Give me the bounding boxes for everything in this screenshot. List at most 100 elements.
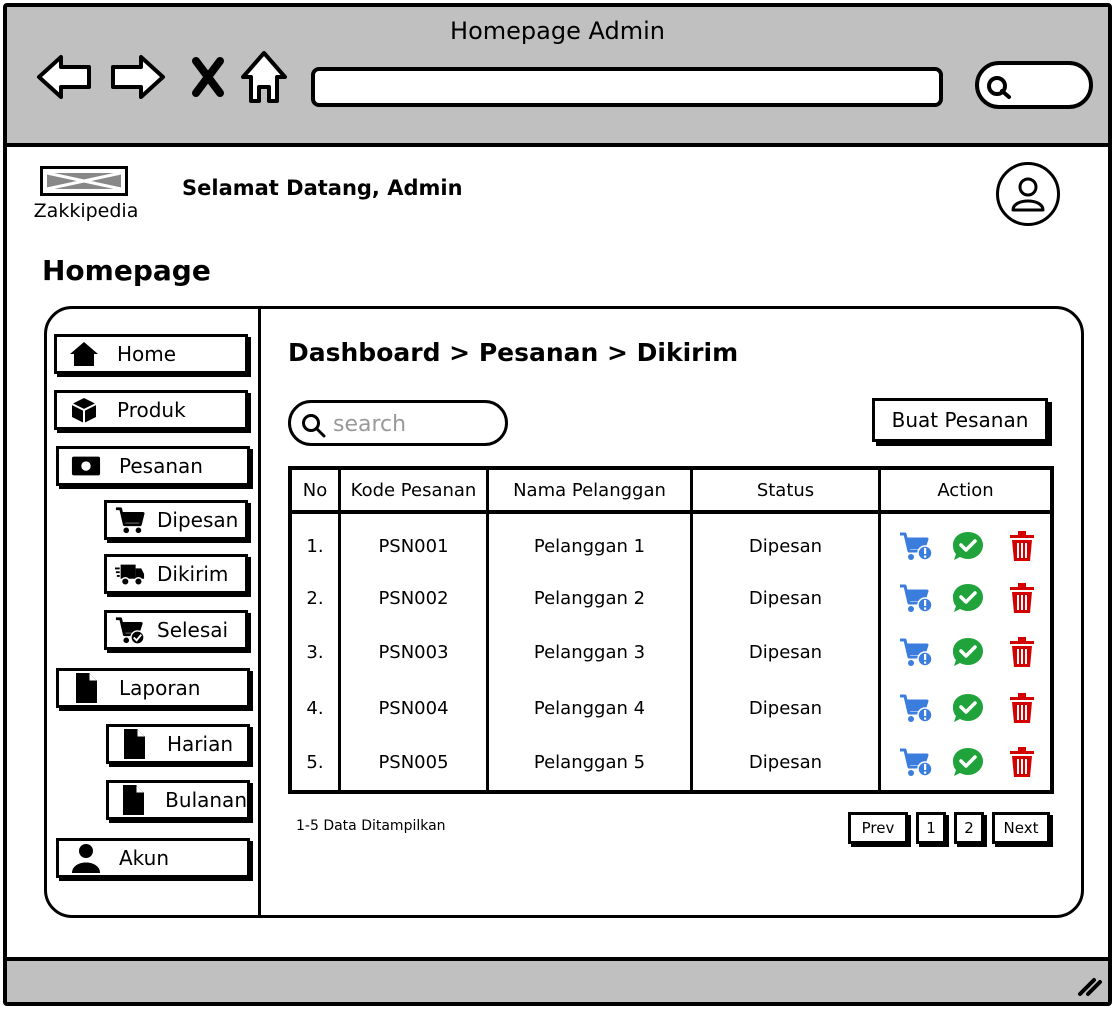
- status-bar: [7, 957, 1108, 1002]
- sidebar-item-produk[interactable]: Produk: [54, 390, 248, 430]
- sidebar-item-label: Akun: [119, 846, 169, 870]
- resize-grip-icon[interactable]: [1074, 972, 1104, 998]
- cell-order-code: PSN004: [378, 698, 449, 719]
- cell-customer: Pelanggan 3: [533, 642, 646, 663]
- create-order-button[interactable]: Buat Pesanan: [872, 398, 1048, 442]
- confirm-whatsapp-icon[interactable]: [948, 744, 988, 780]
- delete-trash-icon[interactable]: [1002, 744, 1042, 780]
- cell-customer: Pelanggan 5: [533, 752, 646, 773]
- delete-trash-icon[interactable]: [1002, 580, 1042, 616]
- cart-check-icon: [115, 615, 145, 645]
- column-header-no: No: [302, 480, 328, 501]
- sidebar-item-label: Bulanan: [165, 788, 247, 812]
- money-icon: [71, 451, 101, 481]
- orders-table: No Kode Pesanan Nama Pelanggan Status Ac…: [288, 466, 1054, 794]
- search-icon: [987, 76, 1011, 99]
- table-header-divider: [292, 510, 1050, 514]
- column-header-nama: Nama Pelanggan: [513, 480, 666, 501]
- page-title: Homepage: [42, 254, 211, 287]
- logo-image: [40, 166, 128, 196]
- order-detail-cart-icon[interactable]: [896, 744, 936, 780]
- sidebar-item-pesanan[interactable]: Pesanan: [56, 446, 250, 486]
- column-header-kode: Kode Pesanan: [350, 480, 477, 501]
- cell-no: 4.: [306, 698, 324, 719]
- browser-search-field[interactable]: [975, 61, 1093, 109]
- column-header-status: Status: [756, 480, 815, 501]
- prev-page-button[interactable]: Prev: [848, 812, 908, 844]
- confirm-whatsapp-icon[interactable]: [948, 580, 988, 616]
- delete-trash-icon[interactable]: [1002, 634, 1042, 670]
- welcome-text: Selamat Datang, Admin: [182, 176, 463, 200]
- delivery-truck-icon: [115, 559, 145, 589]
- cell-order-code: PSN002: [378, 588, 449, 609]
- title-bar: Homepage Admin: [7, 7, 1108, 147]
- cell-status: Dipesan: [748, 536, 823, 557]
- sidebar-item-label: Pesanan: [119, 454, 203, 478]
- forward-arrow-icon[interactable]: [107, 47, 169, 107]
- sidebar-item-label: Home: [117, 342, 177, 366]
- cell-order-code: PSN005: [378, 752, 449, 773]
- app-name: Zakkipedia: [33, 200, 139, 222]
- page-1-button[interactable]: 1: [916, 812, 946, 844]
- order-detail-cart-icon[interactable]: [896, 528, 936, 564]
- cell-no: 2.: [306, 588, 324, 609]
- sidebar-item-harian[interactable]: Harian: [106, 724, 250, 764]
- cell-no: 5.: [306, 752, 324, 773]
- sidebar-item-label: Laporan: [119, 676, 201, 700]
- order-detail-cart-icon[interactable]: [896, 690, 936, 726]
- document-icon: [119, 729, 149, 759]
- data-info-text: 1-5 Data Ditampilkan: [296, 818, 446, 834]
- window-title: Homepage Admin: [450, 17, 665, 45]
- home-icon: [69, 339, 99, 369]
- user-avatar-icon: [1011, 177, 1045, 212]
- box-icon: [69, 395, 99, 425]
- url-bar[interactable]: [311, 67, 943, 107]
- document-icon: [119, 785, 147, 815]
- cell-status: Dipesan: [748, 588, 823, 609]
- order-detail-cart-icon[interactable]: [896, 580, 936, 616]
- sidebar-item-label: Dikirim: [157, 562, 229, 586]
- delete-trash-icon[interactable]: [1002, 690, 1042, 726]
- confirm-whatsapp-icon[interactable]: [948, 690, 988, 726]
- cell-customer: Pelanggan 2: [533, 588, 646, 609]
- sidebar-item-label: Harian: [167, 732, 234, 756]
- search-input[interactable]: [333, 409, 493, 439]
- sidebar-item-dipesan[interactable]: Dipesan: [104, 500, 248, 540]
- sidebar-item-home[interactable]: Home: [54, 334, 248, 374]
- column-divider: [878, 470, 881, 790]
- search-field[interactable]: [288, 400, 508, 446]
- profile-avatar-button[interactable]: [996, 162, 1060, 226]
- breadcrumb: Dashboard > Pesanan > Dikirim: [288, 338, 739, 367]
- next-page-button[interactable]: Next: [992, 812, 1050, 844]
- sidebar-item-selesai[interactable]: Selesai: [104, 610, 248, 650]
- column-divider: [690, 470, 693, 790]
- stop-close-icon[interactable]: [177, 47, 239, 107]
- sidebar-item-dikirim[interactable]: Dikirim: [104, 554, 248, 594]
- sidebar-item-akun[interactable]: Akun: [56, 838, 250, 878]
- cell-customer: Pelanggan 1: [533, 536, 646, 557]
- sidebar-item-bulanan[interactable]: Bulanan: [106, 780, 250, 820]
- cell-order-code: PSN003: [378, 642, 449, 663]
- confirm-whatsapp-icon[interactable]: [948, 634, 988, 670]
- cell-status: Dipesan: [748, 698, 823, 719]
- confirm-whatsapp-icon[interactable]: [948, 528, 988, 564]
- search-icon: [302, 414, 326, 438]
- sidebar-item-label: Selesai: [157, 618, 229, 642]
- cell-no: 3.: [306, 642, 324, 663]
- cell-customer: Pelanggan 4: [533, 698, 646, 719]
- cart-icon: [115, 505, 145, 535]
- cell-no: 1.: [306, 536, 324, 557]
- sidebar-item-laporan[interactable]: Laporan: [56, 668, 250, 708]
- column-divider: [486, 470, 489, 790]
- page-2-button[interactable]: 2: [954, 812, 984, 844]
- order-detail-cart-icon[interactable]: [896, 634, 936, 670]
- delete-trash-icon[interactable]: [1002, 528, 1042, 564]
- cell-status: Dipesan: [748, 752, 823, 773]
- back-arrow-icon[interactable]: [33, 47, 95, 107]
- sidebar-divider: [258, 308, 261, 916]
- home-nav-icon[interactable]: [233, 47, 295, 107]
- document-icon: [71, 673, 101, 703]
- sidebar-item-label: Produk: [117, 398, 186, 422]
- column-header-action: Action: [937, 480, 994, 501]
- cell-order-code: PSN001: [378, 536, 449, 557]
